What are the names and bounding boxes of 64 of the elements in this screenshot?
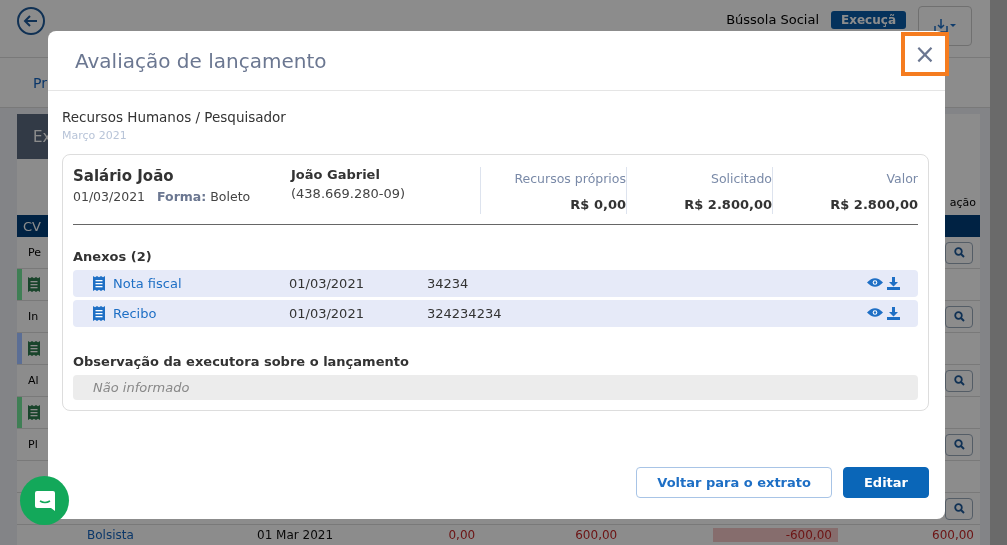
method-label: Forma: <box>157 189 207 204</box>
table-cell-text: 600,00 <box>931 528 975 542</box>
observation-field[interactable]: Não informado <box>73 374 918 400</box>
download-icon[interactable] <box>887 277 900 290</box>
search-button[interactable] <box>945 241 973 264</box>
scrollbar[interactable] <box>990 0 1007 545</box>
organization-name: Bússola Social <box>726 12 820 27</box>
chat-icon <box>33 489 56 512</box>
search-icon <box>953 503 965 514</box>
back-button[interactable]: Voltar para o extrato <box>636 466 832 498</box>
amount-value: R$ 2.800,00 <box>830 197 918 212</box>
search-button[interactable] <box>945 433 973 456</box>
receipt-icon <box>28 277 40 292</box>
attachment-link[interactable]: Recibo <box>113 305 289 321</box>
row-label: In <box>28 310 39 323</box>
search-button[interactable] <box>945 497 973 520</box>
search-button[interactable] <box>945 369 973 392</box>
amount-value: R$ 2.800,00 <box>684 197 772 212</box>
receipt-icon <box>93 276 105 291</box>
stage-button[interactable]: Execuçã <box>831 11 906 29</box>
period-text: Março 2021 <box>62 129 128 142</box>
download-icon[interactable] <box>887 306 900 320</box>
table-cell-text: 0,00 <box>447 528 477 542</box>
search-icon <box>953 439 965 450</box>
search-button[interactable] <box>945 305 973 328</box>
dialog-title: Avaliação de lançamento <box>75 48 328 73</box>
amount-label: Solicitado <box>710 171 772 186</box>
amount-value: R$ 0,00 <box>570 197 626 212</box>
edit-button[interactable]: Editar <box>842 466 929 498</box>
back-icon[interactable] <box>16 6 46 36</box>
document-number: (438.669.280-09) <box>291 186 407 201</box>
close-button[interactable]: × <box>901 32 949 76</box>
tab[interactable]: Pr <box>33 74 47 91</box>
amount-label: Valor <box>886 171 918 186</box>
row-label: Al <box>28 374 39 387</box>
table-cell-text: 600,00 <box>574 528 619 542</box>
search-icon <box>953 311 965 322</box>
table-cell-text: Bolsista <box>86 528 135 542</box>
row-label: Pl <box>28 438 38 451</box>
entry-date: 01/03/2021 <box>73 189 146 204</box>
attachment-date: 01/03/2021 <box>289 305 365 321</box>
search-icon <box>953 375 965 386</box>
amount-label: Recursos próprios <box>514 171 626 186</box>
attachment-number: 34234 <box>427 276 470 291</box>
category-text: Recursos Humanos / Pesquisador <box>62 109 287 125</box>
row-label: Pe <box>28 246 41 259</box>
entry-name: Salário João <box>73 167 175 185</box>
receipt-icon <box>28 405 40 420</box>
search-icon <box>953 247 965 258</box>
section-title: Observação da executora sobre o lançamento <box>73 353 410 369</box>
receipt-icon <box>28 341 40 356</box>
table-cell-text: 01 Mar 2021 <box>256 528 335 542</box>
receipt-icon <box>93 305 105 321</box>
attachment-date: 01/03/2021 <box>289 276 365 291</box>
eye-icon[interactable] <box>867 306 883 318</box>
download-icon <box>933 18 957 34</box>
person-name: João Gabriel <box>291 167 381 182</box>
table-cell: -600,00 <box>713 528 838 542</box>
section-title: Anexos (2) <box>73 249 153 265</box>
column-header: ação <box>949 196 977 209</box>
attachment-link[interactable]: Nota fiscal <box>113 276 289 291</box>
method-value: Boleto <box>210 189 251 204</box>
eye-icon[interactable] <box>867 277 883 288</box>
attachment-number: 324234234 <box>427 305 503 321</box>
